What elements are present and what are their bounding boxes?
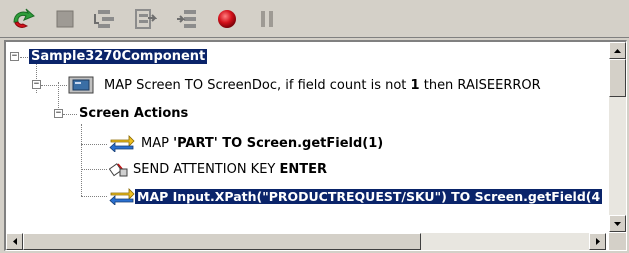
tree-node-map-screen[interactable]: MAP Screen TO ScreenDoc, if field count …	[68, 75, 541, 95]
scroll-up-button[interactable]	[609, 42, 626, 59]
arrow-left-icon	[12, 238, 17, 245]
tree-node-root[interactable]: Sample3270Component	[29, 46, 208, 66]
toolbar	[0, 0, 629, 38]
selected-node-label: MAP Input.XPath("PRODUCTREQUEST/SKU") TO…	[135, 188, 603, 204]
run-button[interactable]	[10, 6, 36, 32]
tree-node-label: Sample3270Component	[29, 48, 208, 64]
pause-icon	[261, 11, 273, 27]
tree-node-screen-actions[interactable]: Screen Actions	[79, 103, 188, 123]
run-icon	[13, 8, 35, 28]
step-into-button[interactable]	[132, 6, 158, 32]
tree-connector	[81, 144, 107, 145]
toolbar-divider	[0, 37, 629, 38]
tree-connector	[41, 85, 67, 86]
scroll-right-button[interactable]	[589, 233, 606, 250]
collapse-toggle[interactable]: −	[54, 109, 63, 118]
scroll-down-button[interactable]	[609, 215, 626, 232]
horizontal-scrollbar[interactable]	[6, 233, 606, 250]
debugger-window: − Sample3270Component − MAP Screen TO Sc…	[0, 0, 629, 253]
arrow-down-icon	[614, 221, 621, 226]
breakpoint-button[interactable]	[214, 6, 240, 32]
tree-connector	[81, 196, 107, 197]
tree-connector	[63, 114, 77, 115]
vertical-scroll-thumb[interactable]	[609, 59, 626, 97]
breakpoint-icon	[218, 10, 236, 28]
pause-button[interactable]	[254, 6, 280, 32]
tree-connector	[81, 169, 107, 170]
screen-icon	[68, 76, 94, 94]
tree-node-map-input[interactable]: MAP Input.XPath("PRODUCTREQUEST/SKU") TO…	[109, 186, 603, 206]
step-over-button[interactable]	[92, 6, 118, 32]
arrow-right-icon	[595, 238, 600, 245]
tree-node-map-part[interactable]: MAP 'PART' TO Screen.getField(1)	[109, 133, 383, 153]
vertical-scrollbar[interactable]	[609, 42, 626, 232]
collapse-toggle[interactable]: −	[32, 80, 41, 89]
step-into-icon	[135, 9, 157, 29]
step-out-icon	[177, 10, 196, 28]
scroll-left-button[interactable]	[6, 233, 23, 250]
stop-icon	[56, 10, 74, 28]
keyboard-key-icon	[109, 163, 128, 177]
map-arrows-icon	[109, 188, 135, 205]
step-over-icon	[94, 10, 114, 28]
collapse-toggle[interactable]: −	[10, 52, 19, 61]
tree-view-panel: − Sample3270Component − MAP Screen TO Sc…	[4, 40, 627, 251]
arrow-up-icon	[614, 48, 621, 53]
stop-button[interactable]	[52, 6, 78, 32]
tree-node-send-key[interactable]: SEND ATTENTION KEY ENTER	[109, 159, 327, 179]
map-arrows-icon	[109, 135, 135, 152]
tree-connector	[81, 124, 82, 196]
horizontal-scroll-thumb[interactable]	[23, 233, 421, 250]
step-out-button[interactable]	[174, 6, 200, 32]
scrollbar-corner	[609, 233, 626, 250]
tree-view: − Sample3270Component − MAP Screen TO Sc…	[6, 42, 606, 232]
